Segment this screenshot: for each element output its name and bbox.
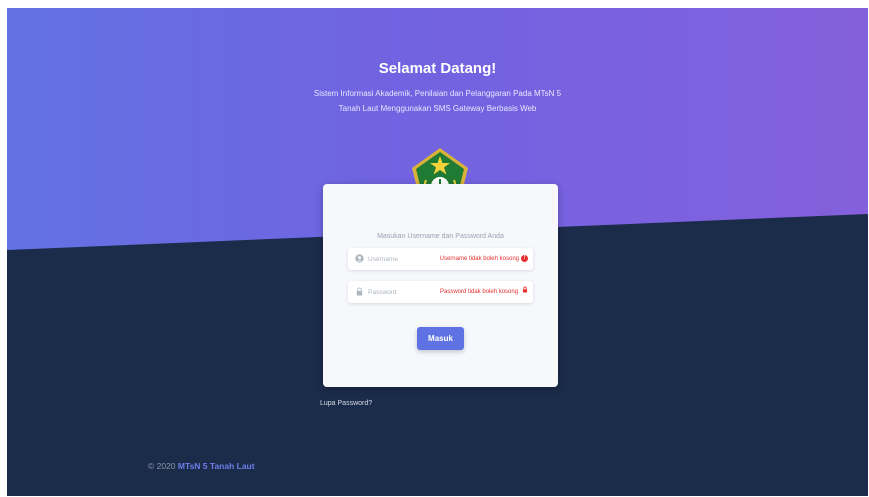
forgot-password-link[interactable]: Lupa Password? bbox=[320, 400, 372, 407]
login-card: Masukan Username dan Password Anda Usern… bbox=[323, 184, 558, 387]
username-error: Username tidak boleh kosong! bbox=[440, 253, 528, 265]
password-error: Password tidak boleh kosong bbox=[440, 286, 528, 298]
error-icon: ! bbox=[521, 254, 528, 262]
copyright-text: © 2020 bbox=[148, 461, 176, 471]
login-prompt: Masukan Username dan Password Anda bbox=[377, 233, 504, 240]
login-button[interactable]: Masuk bbox=[417, 327, 464, 350]
password-field[interactable]: Password tidak boleh kosong bbox=[348, 281, 533, 303]
footer-brand-link[interactable]: MTsN 5 Tanah Laut bbox=[178, 461, 255, 471]
username-input[interactable] bbox=[368, 252, 438, 266]
user-icon bbox=[355, 254, 365, 264]
password-error-text: Password tidak boleh kosong bbox=[440, 289, 519, 295]
page-frame: Selamat Datang! Sistem Informasi Akademi… bbox=[7, 8, 868, 496]
error-lock-icon bbox=[520, 286, 528, 295]
page-title: Selamat Datang! bbox=[378, 60, 497, 77]
password-input[interactable] bbox=[368, 285, 438, 299]
footer: © 2020 MTsN 5 Tanah Laut bbox=[148, 461, 255, 471]
lock-icon bbox=[355, 287, 365, 297]
username-field[interactable]: Username tidak boleh kosong! bbox=[348, 248, 533, 270]
page-subtitle: Sistem Informasi Akademik, Penilaian dan… bbox=[313, 89, 562, 113]
username-error-text: Username tidak boleh kosong bbox=[439, 256, 519, 262]
